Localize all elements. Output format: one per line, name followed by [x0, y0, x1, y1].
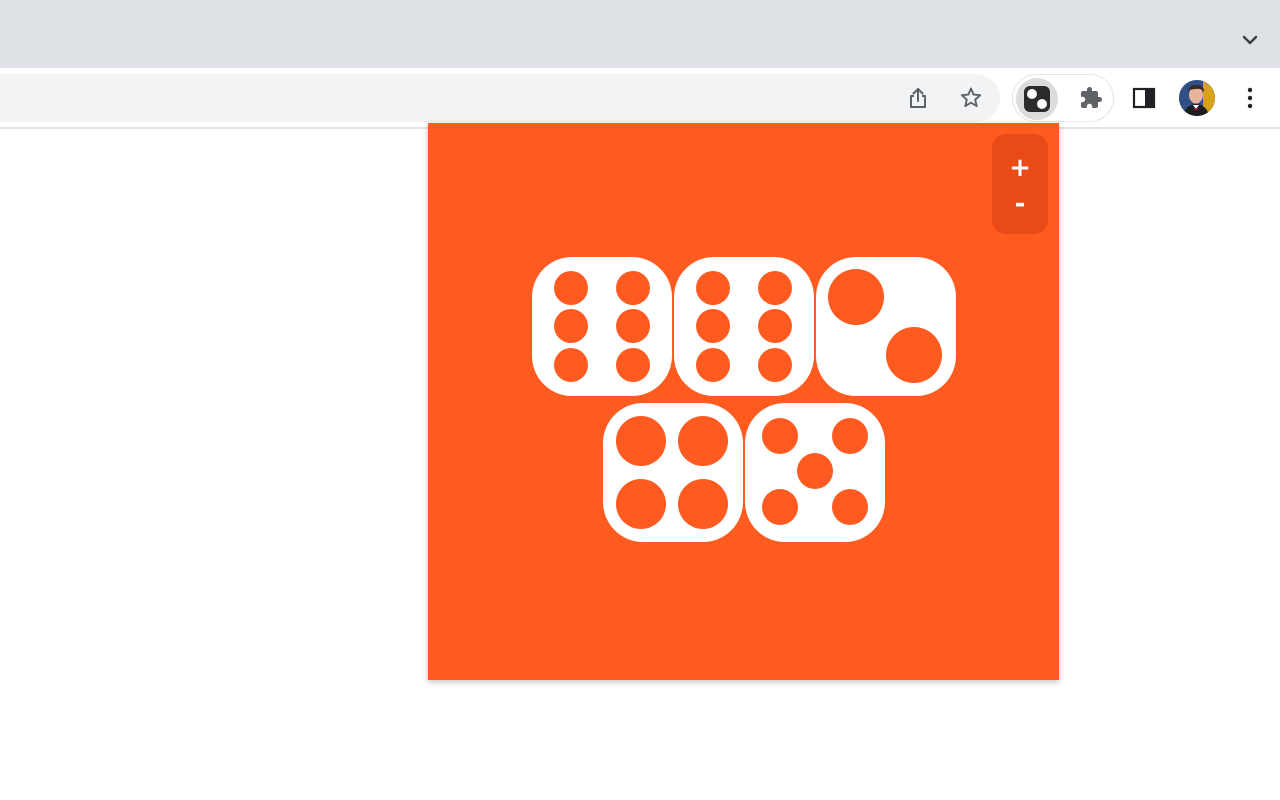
die-5-five[interactable] — [745, 403, 885, 542]
share-button[interactable] — [900, 80, 936, 116]
share-icon — [910, 88, 926, 108]
zoom-out-button[interactable]: - — [992, 187, 1048, 221]
profile-photo — [1179, 80, 1215, 116]
tab-strip — [0, 0, 1280, 68]
puzzle-extensions-icon — [1081, 87, 1102, 108]
side-panel-button[interactable] — [1126, 80, 1162, 116]
dice-area[interactable] — [428, 123, 1059, 680]
bookmark-button[interactable] — [953, 80, 989, 116]
dice-extension-icon — [1024, 86, 1050, 112]
chevron-down-icon — [1242, 35, 1258, 45]
address-bar[interactable] — [0, 74, 1000, 122]
browser-menu-button[interactable] — [1232, 80, 1268, 116]
die-2-six[interactable] — [674, 257, 814, 396]
extensions-button[interactable] — [1073, 80, 1109, 116]
dice-extension-button[interactable] — [1016, 78, 1058, 120]
profile-avatar[interactable] — [1179, 80, 1215, 116]
more-vert-icon — [1247, 87, 1253, 109]
bookmark-star-icon — [960, 87, 982, 108]
zoom-controls: + - — [992, 134, 1048, 234]
die-4-four[interactable] — [603, 403, 743, 542]
zoom-in-button[interactable]: + — [992, 151, 1048, 185]
tab-search-button[interactable] — [1236, 28, 1264, 52]
die-1-six[interactable] — [532, 257, 672, 396]
die-3-two[interactable] — [816, 257, 956, 396]
side-panel-icon — [1132, 87, 1156, 109]
